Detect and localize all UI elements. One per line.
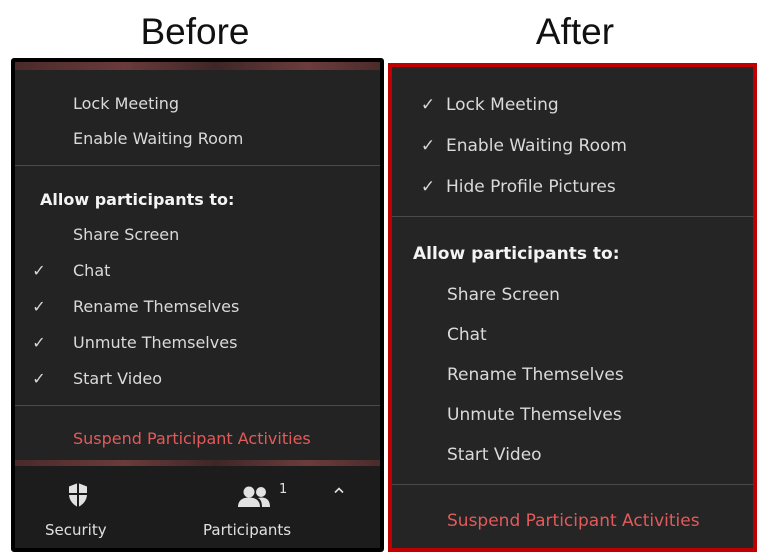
menu-item-share-screen[interactable]: Share Screen [15,218,380,252]
menu-item-label: Rename Themselves [447,365,624,385]
menu-item-label: Rename Themselves [73,297,240,316]
menu-item-hide-profile-pictures[interactable]: ✓ Hide Profile Pictures [392,167,753,207]
section-header-label: Allow participants to: [413,244,620,264]
menu-item-label: Unmute Themselves [447,405,622,425]
section-header-label: Allow participants to: [40,190,235,209]
menu-item-label: Lock Meeting [73,94,180,113]
shield-icon [69,483,87,507]
security-menu-after: ✓ Lock Meeting ✓ Enable Waiting Room ✓ H… [388,63,757,552]
check-icon: ✓ [420,95,436,115]
security-label: Security [45,521,107,539]
menu-item-suspend-participant-activities[interactable]: Suspend Participant Activities [15,422,380,456]
participants-label: Participants [203,521,292,539]
menu-item-label: Suspend Participant Activities [73,429,311,448]
before-heading: Before [140,11,250,52]
participants-button[interactable]: Participants [200,466,320,548]
menu-item-label: Share Screen [73,225,180,244]
chevron-up-icon[interactable] [333,486,345,494]
menu-divider [15,405,380,406]
check-icon: ✓ [32,369,46,388]
menu-item-label: Share Screen [447,285,560,305]
menu-item-label: Enable Waiting Room [446,136,627,156]
menu-item-label: Enable Waiting Room [73,129,244,148]
menu-divider [392,484,753,485]
menu-item-label: Unmute Themselves [73,333,238,352]
check-icon: ✓ [420,136,436,156]
menu-item-label: Lock Meeting [446,95,559,115]
menu-item-chat[interactable]: Chat [392,315,753,355]
allow-participants-header: Allow participants to: [15,183,380,217]
security-menu-before: Lock Meeting Enable Waiting Room Allow p… [11,58,384,552]
allow-participants-header: Allow participants to: [392,234,753,274]
video-preview-strip [15,62,380,70]
check-icon: ✓ [32,297,46,316]
menu-item-chat[interactable]: ✓ Chat [15,254,380,288]
meeting-toolbar: Security Participants 1 [15,466,380,548]
security-button[interactable]: Security [33,466,123,548]
menu-item-rename-themselves[interactable]: ✓ Rename Themselves [15,290,380,324]
participants-count: 1 [279,482,288,497]
menu-item-enable-waiting-room[interactable]: ✓ Enable Waiting Room [392,126,753,166]
after-heading: After [535,11,615,52]
menu-item-rename-themselves[interactable]: Rename Themselves [392,355,753,395]
menu-item-label: Chat [73,261,111,280]
menu-item-label: Start Video [447,445,542,465]
check-icon: ✓ [32,333,46,352]
participants-icon [238,486,270,507]
menu-item-label: Start Video [73,369,162,388]
menu-item-label: Chat [447,325,487,345]
menu-item-lock-meeting[interactable]: Lock Meeting [15,87,380,121]
menu-item-suspend-participant-activities[interactable]: Suspend Participant Activities [392,501,753,541]
menu-divider [15,165,380,166]
menu-item-enable-waiting-room[interactable]: Enable Waiting Room [15,122,380,156]
check-icon: ✓ [420,177,436,197]
menu-item-start-video[interactable]: Start Video [392,435,753,475]
menu-item-label: Hide Profile Pictures [446,177,616,197]
menu-divider [392,216,753,217]
menu-item-share-screen[interactable]: Share Screen [392,275,753,315]
menu-item-lock-meeting[interactable]: ✓ Lock Meeting [392,85,753,125]
menu-item-unmute-themselves[interactable]: Unmute Themselves [392,395,753,435]
menu-item-start-video[interactable]: ✓ Start Video [15,362,380,396]
menu-item-unmute-themselves[interactable]: ✓ Unmute Themselves [15,326,380,360]
menu-item-label: Suspend Participant Activities [447,511,700,531]
check-icon: ✓ [32,261,46,280]
